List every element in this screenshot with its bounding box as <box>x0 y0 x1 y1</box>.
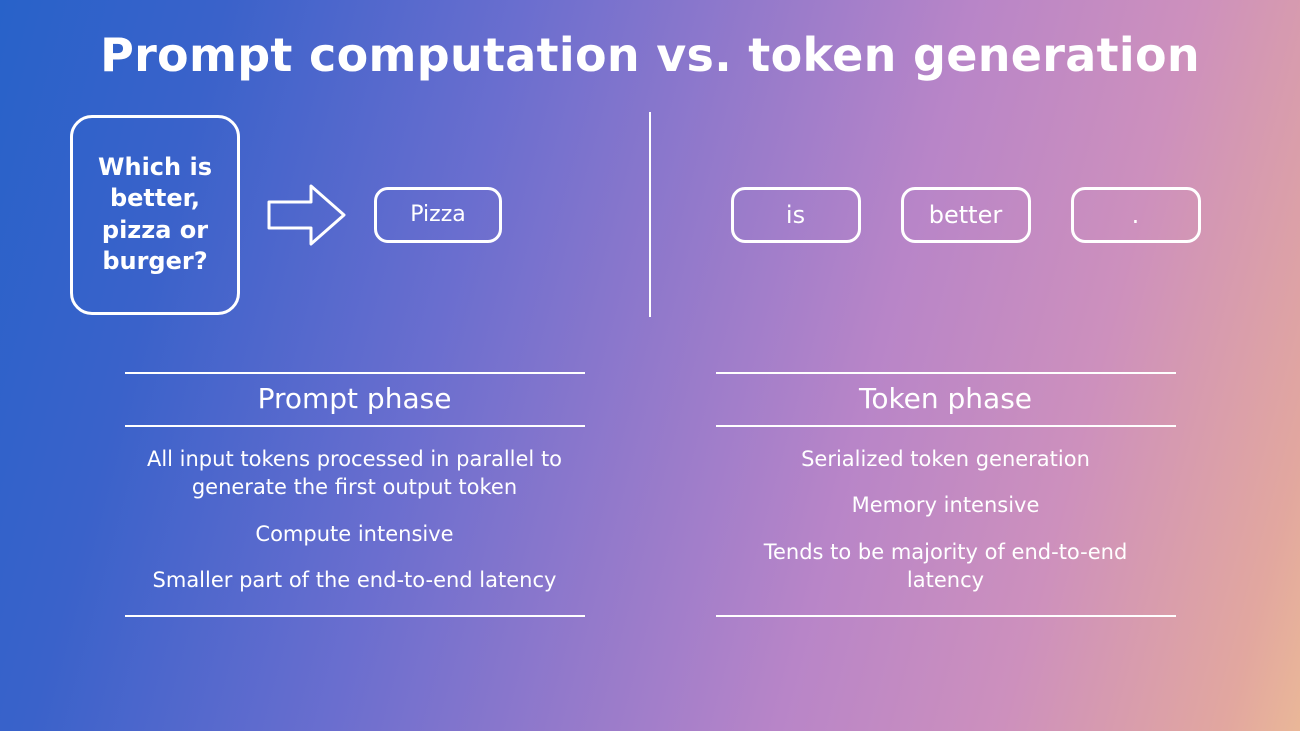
slide-title: Prompt computation vs. token generation <box>0 0 1300 82</box>
left-column: Which is better, pizza or burger? Pizza … <box>60 112 649 682</box>
generated-token: . <box>1071 187 1201 243</box>
right-column: is better . Token phase Serialized token… <box>651 112 1240 682</box>
prompt-box: Which is better, pizza or burger? <box>70 115 240 315</box>
prompt-bullet: Smaller part of the end-to-end latency <box>135 566 575 594</box>
prompt-phase-panel: Prompt phase All input tokens processed … <box>125 372 585 617</box>
first-output-token: Pizza <box>374 187 502 243</box>
token-phase-title: Token phase <box>716 372 1176 427</box>
token-bullet: Memory intensive <box>726 491 1166 519</box>
generated-token: better <box>901 187 1031 243</box>
token-phase-panel: Token phase Serialized token generation … <box>716 372 1176 617</box>
prompt-bullet: All input tokens processed in parallel t… <box>135 445 575 502</box>
token-illustration: is better . <box>651 112 1240 317</box>
content-row: Which is better, pizza or burger? Pizza … <box>0 112 1300 682</box>
generated-token: is <box>731 187 861 243</box>
prompt-bullet: Compute intensive <box>135 520 575 548</box>
prompt-illustration: Which is better, pizza or burger? Pizza <box>60 112 649 317</box>
token-phase-body: Serialized token generation Memory inten… <box>716 427 1176 617</box>
token-bullet: Serialized token generation <box>726 445 1166 473</box>
prompt-phase-title: Prompt phase <box>125 372 585 427</box>
token-bullet: Tends to be majority of end-to-end laten… <box>726 538 1166 595</box>
arrow-icon <box>266 180 348 250</box>
prompt-phase-body: All input tokens processed in parallel t… <box>125 427 585 617</box>
